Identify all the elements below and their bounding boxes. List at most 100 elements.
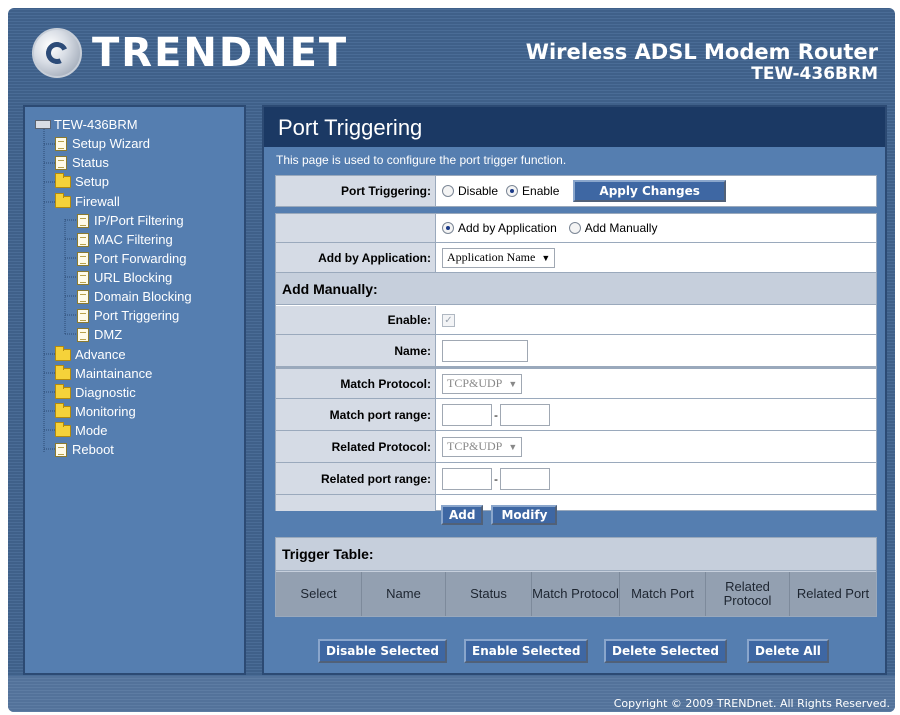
folder-icon <box>55 383 71 399</box>
match-port-range-label: Match port range: <box>276 399 436 430</box>
match-protocol-row: Match Protocol: TCP&UDP ▼ <box>276 367 876 399</box>
sidebar-item-label: Status <box>72 155 109 170</box>
sidebar-item-label: Mode <box>75 423 108 438</box>
enable-selected-button[interactable]: Enable Selected <box>464 639 589 663</box>
page-icon <box>77 270 89 285</box>
page-title: Port Triggering <box>264 107 885 147</box>
trigger-table-heading: Trigger Table: <box>276 538 876 571</box>
modify-button[interactable]: Modify <box>491 505 558 525</box>
sidebar-item-label: Advance <box>75 347 126 362</box>
sidebar-item-mode[interactable]: Mode <box>55 421 108 440</box>
folder-icon <box>55 421 71 437</box>
related-protocol-row: Related Protocol: TCP&UDP ▼ <box>276 431 876 463</box>
add-manually-radio[interactable] <box>568 222 581 234</box>
sidebar-item-domain-blocking[interactable]: Domain Blocking <box>77 287 192 306</box>
match-protocol-label: Match Protocol: <box>276 369 436 398</box>
page-icon <box>55 442 67 457</box>
sidebar-item-label: Reboot <box>72 442 114 457</box>
related-port-end-input[interactable] <box>500 467 550 490</box>
sidebar-item-ip-port-filtering[interactable]: IP/Port Filtering <box>77 211 184 230</box>
name-value <box>442 335 528 366</box>
page-icon <box>77 232 89 247</box>
sidebar-root[interactable]: TEW-436BRM <box>35 115 138 134</box>
match-port-range-value: - <box>442 399 550 430</box>
page-icon <box>77 308 89 323</box>
sidebar-item-port-forwarding[interactable]: Port Forwarding <box>77 249 186 268</box>
delete-selected-button[interactable]: Delete Selected <box>604 639 728 663</box>
sidebar-item-label: MAC Filtering <box>94 232 173 247</box>
match-port-end-input[interactable] <box>500 403 550 426</box>
match-protocol-select[interactable]: TCP&UDP ▼ <box>442 373 523 394</box>
sidebar-item-firewall[interactable]: Firewall <box>55 192 120 211</box>
enable-radio[interactable] <box>506 185 519 197</box>
column-header-related-port: Related Port <box>796 586 870 601</box>
sidebar-item-diagnostic[interactable]: Diagnostic <box>55 383 136 402</box>
sidebar-item-mac-filtering[interactable]: MAC Filtering <box>77 230 173 249</box>
folder-icon <box>55 364 71 380</box>
sidebar-item-advance[interactable]: Advance <box>55 345 126 364</box>
page-icon <box>77 213 89 228</box>
sidebar-item-label: Setup <box>75 174 109 189</box>
main-content: Port Triggering This page is used to con… <box>262 105 887 675</box>
disable-radio-label: Disable <box>458 184 499 198</box>
name-label: Name: <box>276 335 436 366</box>
sidebar-item-label: Monitoring <box>75 404 136 419</box>
enable-row: Enable: ✓ <box>276 306 876 335</box>
enable-label: Enable: <box>276 306 436 334</box>
match-port-start-input[interactable] <box>442 403 492 426</box>
related-port-start-input[interactable] <box>442 467 492 490</box>
product-model: TEW-436BRM <box>751 64 878 84</box>
sidebar-item-maintainance[interactable]: Maintainance <box>55 364 152 383</box>
sidebar-item-setup-wizard[interactable]: Setup Wizard <box>55 134 150 153</box>
add-by-application-radio[interactable] <box>442 222 454 234</box>
match-protocol-value: TCP&UDP ▼ <box>442 369 523 398</box>
column-header-select: Select <box>276 572 362 616</box>
sidebar-item-label: Port Forwarding <box>94 251 187 266</box>
delete-all-button[interactable]: Delete All <box>747 639 829 663</box>
port-triggering-label: Port Triggering: <box>276 176 436 206</box>
sidebar-item-label: Firewall <box>75 194 120 209</box>
product-title: Wireless ADSL Modem Router TEW-436BRM <box>526 40 878 84</box>
copyright-text: Copyright © 2009 TRENDnet. All Rights Re… <box>613 697 890 710</box>
sidebar-item-monitoring[interactable]: Monitoring <box>55 402 136 421</box>
related-protocol-select[interactable]: TCP&UDP ▼ <box>442 436 523 457</box>
related-port-range-label: Related port range: <box>276 463 436 494</box>
disable-radio[interactable] <box>442 185 454 197</box>
add-modify-buttons: Add Modify <box>441 505 558 525</box>
port-triggering-row: Port Triggering: Disable Enable Apply Ch… <box>276 176 876 206</box>
range-separator: - <box>494 471 498 486</box>
sidebar-root-label: TEW-436BRM <box>54 117 138 132</box>
trigger-table-header-row: Select Name Status Match Protocol Match … <box>276 572 876 616</box>
chevron-down-icon: ▼ <box>541 252 551 263</box>
name-input[interactable] <box>442 339 528 362</box>
page-icon <box>55 136 67 151</box>
page-icon <box>55 155 67 170</box>
product-line: Wireless ADSL Modem Router <box>525 40 878 64</box>
chevron-down-icon: ▼ <box>508 441 518 452</box>
mode-options: Add by Application Add Manually <box>442 214 657 242</box>
logo-emblem-icon <box>32 28 82 78</box>
disable-selected-button[interactable]: Disable Selected <box>318 639 447 663</box>
sidebar-item-port-triggering[interactable]: Port Triggering <box>77 306 179 325</box>
sidebar-item-url-blocking[interactable]: URL Blocking <box>77 268 172 287</box>
related-protocol-value: TCP&UDP ▼ <box>442 431 523 462</box>
chevron-down-icon: ▼ <box>508 378 518 389</box>
add-modify-label-cell <box>276 495 436 511</box>
column-header-match-protocol: Match Protocol <box>532 572 620 616</box>
page-description: This page is used to configure the port … <box>276 153 567 167</box>
sidebar-item-setup[interactable]: Setup <box>55 172 109 191</box>
folder-icon <box>55 345 71 361</box>
sidebar-item-dmz[interactable]: DMZ <box>77 325 122 344</box>
add-modify-row <box>276 495 876 511</box>
application-name-select[interactable]: Application Name ▼ <box>442 247 556 268</box>
sidebar-item-reboot[interactable]: Reboot <box>55 440 114 459</box>
sidebar-nav: TEW-436BRM Setup Wizard Status Setup Fir… <box>23 105 246 675</box>
apply-changes-button[interactable]: Apply Changes <box>573 180 726 202</box>
add-manually-heading: Add Manually: <box>276 273 876 305</box>
enable-checkbox[interactable]: ✓ <box>442 313 455 327</box>
add-by-application-radio-label: Add by Application <box>458 221 557 235</box>
column-header-related-protocol: Related Protocol <box>706 572 790 616</box>
sidebar-item-status[interactable]: Status <box>55 153 109 172</box>
add-button[interactable]: Add <box>441 505 484 525</box>
page-icon <box>77 289 89 304</box>
